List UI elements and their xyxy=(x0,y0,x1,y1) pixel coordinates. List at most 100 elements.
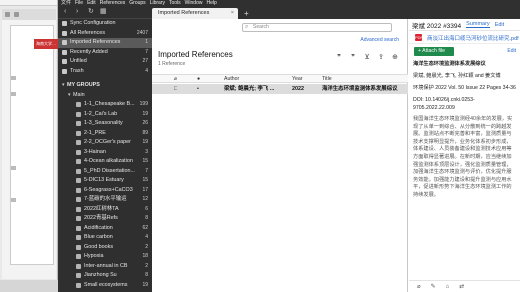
page-marker xyxy=(11,198,16,202)
background-app-topbar xyxy=(0,0,57,6)
group-collection-count: 2 xyxy=(145,262,148,269)
table-row[interactable]: □ • 梁斌; 鲍晨光; 李飞 ... 2022 海洋生态环境监测体系发展综议 xyxy=(152,84,408,94)
group-collection-item[interactable]: Good books 2 xyxy=(58,243,152,253)
edit-link[interactable]: Edit xyxy=(507,48,516,54)
group-collection-count: 18 xyxy=(142,253,148,259)
chevron-down-icon[interactable]: ▾ xyxy=(68,91,72,101)
tab-imported-references[interactable]: Imported References × xyxy=(152,8,238,19)
sync-icon[interactable]: ↻ xyxy=(88,8,94,15)
new-tab-icon[interactable]: + xyxy=(238,8,249,19)
tab-bar: Imported References × + xyxy=(152,6,520,19)
collection-label: All References xyxy=(70,29,106,36)
search-input[interactable]: ⌕ Search xyxy=(242,23,392,32)
items-table-header: ⌀ ● Author Year Title xyxy=(152,74,408,83)
group-collection-item[interactable]: 2022青基Refs 8 xyxy=(58,214,152,224)
group-collection-item[interactable]: 2-2_OCGer's paper 19 xyxy=(58,138,152,148)
toolbar-square-icon[interactable] xyxy=(5,12,10,17)
background-app-label[interactable]: 海南大学… xyxy=(34,39,58,49)
group-collection-count: 19 xyxy=(142,110,148,117)
folder-icon xyxy=(76,168,81,174)
group-collection-item[interactable]: Inter-annual in CB 2 xyxy=(58,262,152,272)
items-pane: ⌕ Search Advanced search Imported Refere… xyxy=(152,19,408,292)
related-icon[interactable]: ⇄ xyxy=(459,283,464,290)
folder-icon xyxy=(76,121,81,127)
group-collection-item[interactable]: 1-2_Cai's Lab 19 xyxy=(58,110,152,120)
reference-authors: 梁斌, 鲍晨光, 李飞, 孙红颖 and 姜文博 xyxy=(413,73,501,79)
group-collection-item[interactable]: 4-Ocean alkalization 15 xyxy=(58,157,152,167)
background-app-statusbar xyxy=(0,280,58,292)
tag-icon[interactable]: ⌂ xyxy=(446,284,450,290)
group-collection-label: Acidification xyxy=(84,224,113,231)
tab-edit[interactable]: Edit xyxy=(495,22,504,28)
year-column-header[interactable]: Year xyxy=(292,75,318,84)
chevron-down-icon[interactable]: ▾ xyxy=(62,81,66,91)
search-placeholder: Search xyxy=(253,24,269,30)
group-collection-item[interactable]: 7-蓝碳的水平输运 12 xyxy=(58,195,152,205)
collection-item[interactable]: Recently Added 7 xyxy=(58,48,152,58)
groups-header-label: MY GROUPS xyxy=(67,82,100,88)
groups-header[interactable]: ▾ MY GROUPS xyxy=(58,81,152,91)
collection-label: Imported References xyxy=(70,39,121,45)
close-icon[interactable]: × xyxy=(231,8,234,19)
folder-icon xyxy=(76,159,81,165)
group-collection-label: 4-Ocean alkalization xyxy=(84,158,133,164)
row-author: 梁斌; 鲍晨光; 李飞 ... xyxy=(224,86,275,92)
reference-doi[interactable]: DOI: 10.14026/j.cnki.0253-9705.2022.22.0… xyxy=(413,96,516,112)
group-collection-item[interactable]: Jianzhong Su 8 xyxy=(58,271,152,281)
unread-dot-icon: • xyxy=(197,86,199,92)
collection-count: 7 xyxy=(145,48,148,55)
group-collection-item[interactable]: 2022红树林TA 6 xyxy=(58,205,152,215)
forward-arrow-icon[interactable]: › xyxy=(76,8,82,15)
group-collection-item[interactable]: 2-1_PRE 89 xyxy=(58,129,152,139)
group-collection-item[interactable]: 3-Hainan 3 xyxy=(58,148,152,158)
group-collection-label: 3-Hainan xyxy=(84,148,106,155)
collection-item[interactable]: Unfiled 27 xyxy=(58,57,152,67)
tab-summary[interactable]: Summary xyxy=(466,21,490,28)
group-collection-label: Jianzhong Su xyxy=(84,272,117,278)
group-collection-label: 7-蓝碳的水平输运 xyxy=(84,196,127,202)
collection-count: 4 xyxy=(145,67,148,74)
add-reference-icon[interactable]: ⊕ xyxy=(391,53,399,62)
group-collection-item[interactable]: Small ecosystems 19 xyxy=(58,281,152,291)
export-icon[interactable]: ⇪ xyxy=(377,53,385,62)
group-collection-item[interactable]: Acidification 62 xyxy=(58,224,152,234)
group-collection-label: 5_PhD Dissertation... xyxy=(84,167,135,174)
cite-icon[interactable]: ❞ xyxy=(335,53,343,62)
collections-pane: ‹ › ↻ ▦ Sync Configuration All References… xyxy=(58,6,152,292)
cite-icon[interactable]: ❞ xyxy=(349,53,357,62)
group-collection-item[interactable]: 5-DIC13 Estuary 15 xyxy=(58,176,152,186)
group-collection-label: 5-DIC13 Estuary xyxy=(84,177,124,183)
collection-item[interactable]: Sync Configuration xyxy=(58,19,152,29)
back-arrow-icon[interactable]: ‹ xyxy=(64,8,70,15)
read-status-column-icon[interactable]: ● xyxy=(197,75,200,84)
grid-icon[interactable]: ▦ xyxy=(100,8,107,15)
collection-item[interactable]: Trash 4 xyxy=(58,67,152,77)
collection-count: 2407 xyxy=(136,29,148,36)
group-collection-count: 26 xyxy=(142,120,148,126)
group-collection-item[interactable]: 5_PhD Dissertation... 7 xyxy=(58,167,152,177)
group-collection-item[interactable]: Blue carbon 4 xyxy=(58,233,152,243)
group-main[interactable]: ▾ Main xyxy=(58,91,152,101)
item-detail-pane: 梁斌 2022 #3394 Summary Edit PDF 商淡江出海口缆马河… xyxy=(409,19,520,292)
advanced-search-link[interactable]: Advanced search xyxy=(360,37,399,43)
collection-item[interactable]: Imported References 1 xyxy=(58,38,152,48)
collection-item[interactable]: All References 2407 xyxy=(58,29,152,39)
attach-row: + Attach file Edit xyxy=(409,44,520,58)
attachment-icon[interactable]: ⌀ xyxy=(417,283,421,290)
pdf-attachment-link[interactable]: PDF 商淡江出海口缆马河砂位流比研究.pdf xyxy=(409,31,520,44)
title-column-header[interactable]: Title xyxy=(322,75,406,84)
attachment-column-icon[interactable]: ⌀ xyxy=(174,75,177,84)
background-app-window: 海南大学… xyxy=(0,0,58,292)
note-icon[interactable]: ✎ xyxy=(431,283,436,290)
group-collection-item[interactable]: 1-3_Seasonality 26 xyxy=(58,119,152,129)
toolbar-square-icon[interactable] xyxy=(14,12,19,17)
group-collection-item[interactable]: 6-Seagrass+CaCO3 17 xyxy=(58,186,152,196)
group-collection-count: 4 xyxy=(145,234,148,240)
attach-file-button[interactable]: + Attach file xyxy=(414,47,454,56)
group-collection-item[interactable]: Hypoxia 18 xyxy=(58,252,152,262)
filter-icon[interactable]: ⊻ xyxy=(363,53,371,62)
folder-icon xyxy=(76,263,81,269)
group-collection-count: 89 xyxy=(142,129,148,136)
group-collection-item[interactable]: 1-1_Chesapeake B... 199 xyxy=(58,100,152,110)
author-column-header[interactable]: Author xyxy=(224,75,284,84)
